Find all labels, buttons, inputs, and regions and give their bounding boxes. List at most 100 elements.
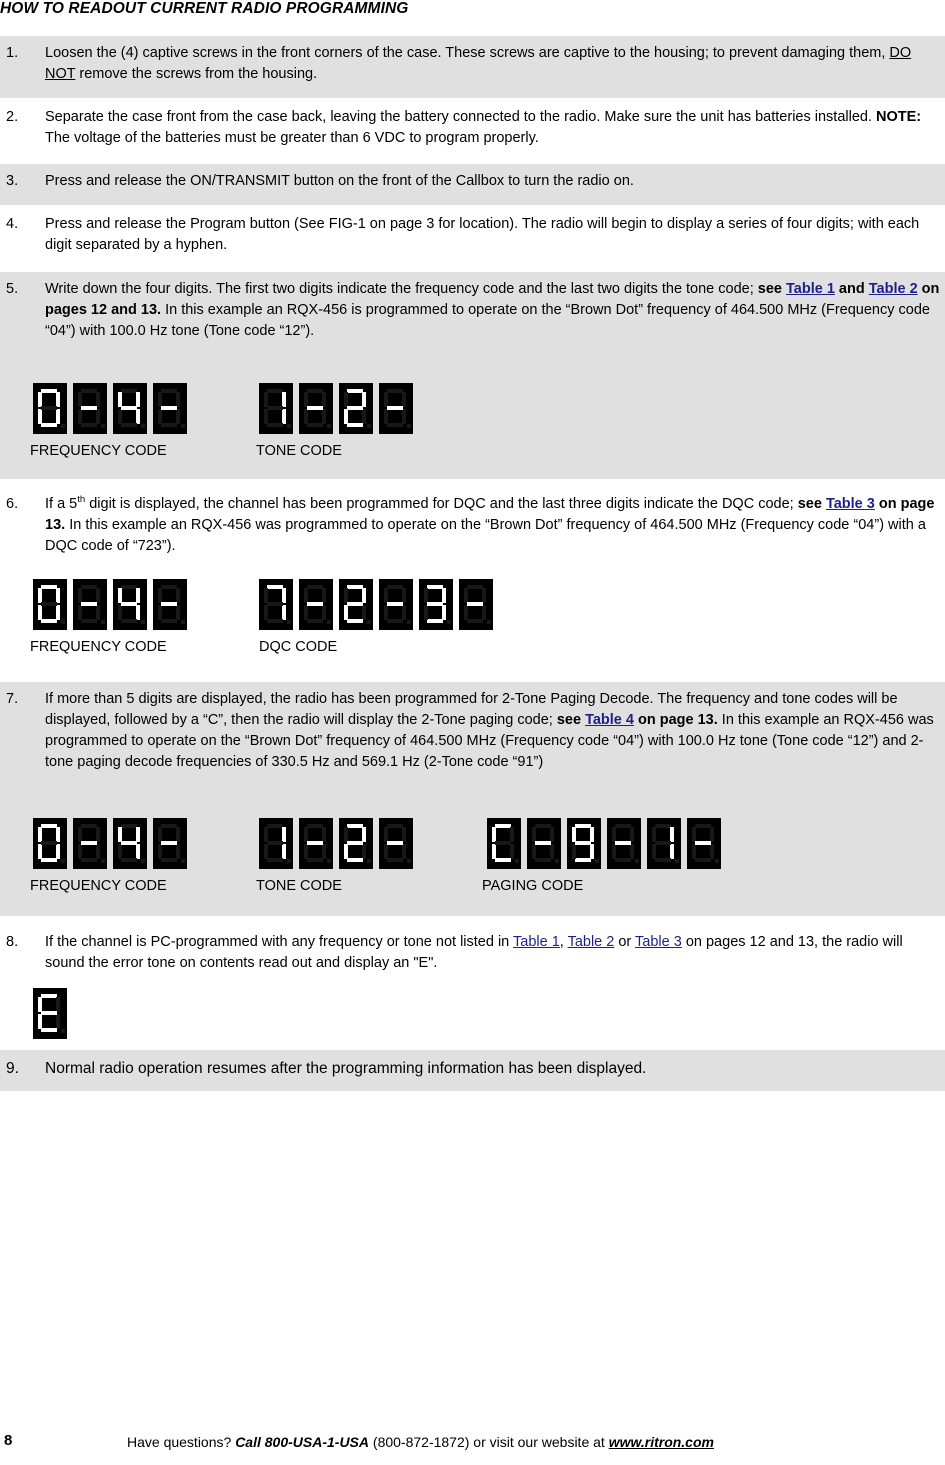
segment-c [176, 844, 180, 859]
segment-c [442, 605, 446, 620]
seven-segment-digit [33, 818, 67, 869]
step-text-7: If more than 5 digits are displayed, the… [45, 689, 943, 773]
seven-segment-digit [607, 818, 641, 869]
step-text-4: Press and release the Program button (Se… [45, 214, 943, 256]
segment-b [282, 827, 286, 842]
seven-segment-digit [73, 579, 107, 630]
segment-c [402, 605, 406, 620]
link-table-1-step5[interactable]: Table 1 [786, 281, 835, 297]
segment-b [136, 392, 140, 407]
link-table-2-step5[interactable]: Table 2 [869, 281, 918, 297]
segment-e [118, 605, 122, 620]
step-5-see-label: see [757, 281, 787, 297]
segment-f [158, 588, 162, 603]
segment-c [590, 844, 594, 859]
segment-decimal-point [487, 620, 491, 624]
display-group-tone-code-7 [259, 818, 419, 869]
segment-b [442, 588, 446, 603]
display-group-frequency-code-6 [33, 579, 193, 630]
segment-a [267, 824, 283, 828]
display-row-example6 [33, 579, 499, 630]
segment-b [630, 827, 634, 842]
segment-g [575, 841, 591, 845]
segment-d [695, 858, 711, 862]
step-text-2: Separate the case front from the case ba… [45, 107, 943, 149]
segment-e [384, 844, 388, 859]
segment-decimal-point [181, 424, 185, 428]
segment-c [56, 844, 60, 859]
step-8-part-3: or [614, 934, 636, 950]
link-table-2-step8[interactable]: Table 2 [568, 934, 615, 950]
segment-f [38, 588, 42, 603]
segment-g [267, 406, 283, 410]
step-number-8: 8. [6, 934, 19, 950]
segment-c [482, 605, 486, 620]
display-row-example7 [33, 818, 727, 869]
link-table-3-step8[interactable]: Table 3 [635, 934, 682, 950]
segment-a [387, 824, 403, 828]
step-2-part-1: Separate the case front from the case ba… [45, 109, 877, 125]
segment-a [81, 585, 97, 589]
step-6-part-1: digit is displayed, the channel has been… [85, 496, 798, 512]
segment-e [158, 605, 162, 620]
document-page: HOW TO READOUT CURRENT RADIO PROGRAMMING… [0, 0, 945, 1465]
segment-a [161, 389, 177, 393]
link-table-4-step7[interactable]: Table 4 [585, 712, 634, 728]
segment-c [710, 844, 714, 859]
step-text-6: If a 5th digit is displayed, the channel… [45, 494, 943, 557]
segment-e [158, 409, 162, 424]
step-item-2: 2. Separate the case front from the case… [0, 100, 945, 162]
display-row-example5 [33, 383, 419, 434]
seven-segment-digit [647, 818, 681, 869]
segment-f [492, 827, 496, 842]
link-table-1-step8[interactable]: Table 1 [513, 934, 560, 950]
footer-page-number: 8 [4, 1432, 13, 1449]
segment-c [402, 844, 406, 859]
segment-e [464, 605, 468, 620]
segment-b [282, 392, 286, 407]
segment-d [267, 619, 283, 623]
segment-a [467, 585, 483, 589]
segment-b [322, 827, 326, 842]
segment-f [304, 392, 308, 407]
segment-decimal-point [407, 620, 411, 624]
segment-c [282, 605, 286, 620]
segment-d [387, 619, 403, 623]
segment-decimal-point [327, 424, 331, 428]
segment-b [402, 392, 406, 407]
segment-g [387, 406, 403, 410]
step-5-part-2: In this example an RQX-456 is programmed… [45, 302, 930, 339]
footer-website-link[interactable]: www.ritron.com [609, 1434, 714, 1450]
segment-f [78, 827, 82, 842]
step-text-8: If the channel is PC-programmed with any… [45, 932, 943, 974]
segment-e [38, 409, 42, 424]
segment-decimal-point [407, 424, 411, 428]
seven-segment-digit [339, 579, 373, 630]
step-text-1: Loosen the (4) captive screws in the fro… [45, 43, 943, 85]
display-group-dqc-code-6 [259, 579, 499, 630]
segment-g [161, 841, 177, 845]
segment-decimal-point [61, 424, 65, 428]
segment-decimal-point [367, 424, 371, 428]
segment-decimal-point [367, 620, 371, 624]
step-7-page-label: on page 13. [633, 712, 718, 728]
segment-decimal-point [675, 859, 679, 863]
segment-f [158, 827, 162, 842]
segment-g [495, 841, 511, 845]
segment-d [121, 858, 137, 862]
segment-e [424, 605, 428, 620]
segment-decimal-point [61, 620, 65, 624]
segment-decimal-point [101, 620, 105, 624]
segment-a [121, 389, 137, 393]
segment-f [572, 827, 576, 842]
step-5-part-1: Write down the four digits. The first tw… [45, 281, 758, 297]
step-number-4: 4. [6, 216, 19, 232]
segment-c [362, 409, 366, 424]
segment-g [347, 602, 363, 606]
step-text-9: Normal radio operation resumes after the… [45, 1058, 943, 1079]
segment-d [575, 858, 591, 862]
step-6-part-0: If a 5 [45, 496, 78, 512]
segment-a [347, 824, 363, 828]
link-table-3-step6[interactable]: Table 3 [826, 496, 875, 512]
segment-e [118, 844, 122, 859]
